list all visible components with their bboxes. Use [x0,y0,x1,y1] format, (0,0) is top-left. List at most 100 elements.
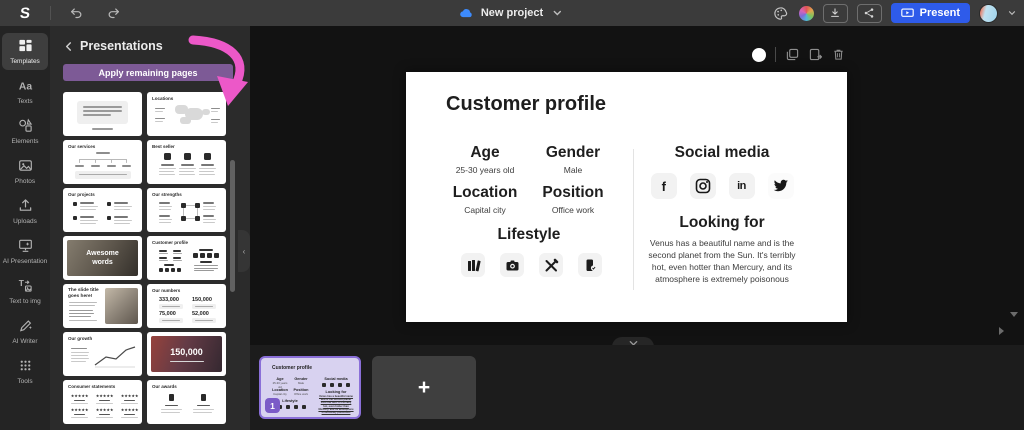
palette-icon [773,6,788,21]
template-thumbnail-projects[interactable]: Our projects [63,188,142,232]
books-icon[interactable] [461,253,485,277]
undo-button[interactable] [63,3,89,23]
divider [50,6,51,20]
star-rating: ★★★★★ [71,408,89,412]
template-thumbnail-strengths[interactable]: Our strengths [147,188,226,232]
templates-panel: Presentations Apply remaining pages Loca… [50,26,250,430]
thumbnail-title: The slide title goes here! [68,288,100,300]
skeleton [211,119,220,120]
skeleton [71,355,88,356]
theme-palette-button[interactable] [772,4,790,22]
star-rating: ★★★★★ [121,408,139,412]
new-page-button[interactable] [808,48,822,62]
app-logo[interactable]: S [0,5,50,22]
download-button[interactable] [823,4,848,23]
skeleton [195,216,200,221]
sidebar-item-templates[interactable]: Templates [2,33,48,70]
thumbnail-title: Locations [152,96,173,101]
skeleton [71,352,89,353]
slide-1-thumbnail[interactable]: Customer profile Age25-30 years old Gend… [259,356,361,419]
project-title-group[interactable]: New project [459,7,565,19]
template-thumbnail-seller[interactable]: Best seller [147,140,226,184]
scroll-down-arrow[interactable] [1010,312,1018,317]
template-thumbnail-quote[interactable] [63,92,142,136]
field-location[interactable]: Location Capital city [439,184,531,215]
skeleton [197,405,210,406]
sidebar-item-photos[interactable]: Photos [2,153,48,190]
background-color-swatch[interactable] [752,48,766,62]
skeleton [195,320,213,321]
left-rail: TemplatesAaTextsElementsPhotosUploadsAI … [0,26,50,430]
duplicate-slide-button[interactable] [785,48,799,62]
skeleton [124,414,135,415]
linkedin-icon[interactable]: in [729,173,755,199]
panel-header[interactable]: Presentations [50,26,250,53]
skeleton [75,171,131,179]
template-thumbnail-profile[interactable]: Customer profile [147,236,226,280]
field-gender[interactable]: Gender Male [527,144,619,175]
slide[interactable]: Customer profile Age 25-30 years old Gen… [406,72,847,322]
share-button[interactable] [857,4,882,23]
photos-icon [18,158,33,175]
panel-collapse-handle[interactable]: ‹ [238,230,250,272]
add-slide-button[interactable]: + [372,356,476,419]
sidebar-item-tools[interactable]: Tools [2,353,48,390]
color-wheel-icon[interactable] [799,6,814,21]
template-thumbnail-tree[interactable]: Our services [63,140,142,184]
present-button[interactable]: Present [891,3,970,23]
star-rating: ★★★★★ [71,394,89,398]
sidebar-item-text-to-img[interactable]: TText to img [2,273,48,310]
field-position[interactable]: Position Office work [527,184,619,215]
skeleton [201,394,206,401]
skeleton [80,202,94,204]
looking-for-text[interactable]: Venus has a beautiful name and is the se… [647,238,797,286]
instagram-icon[interactable] [690,173,716,199]
lifestyle-heading[interactable]: Lifestyle [439,226,619,244]
twitter-icon[interactable] [768,173,794,199]
skeleton [211,111,218,112]
skeleton [159,168,176,169]
facebook-icon[interactable]: f [651,173,677,199]
template-thumbnail-photo-number[interactable]: 150,000 [147,332,226,376]
template-thumbnail-awards[interactable]: Our awards [147,380,226,424]
skeleton [197,208,198,216]
sidebar-item-uploads[interactable]: Uploads [2,193,48,230]
skeleton [83,106,122,108]
user-avatar[interactable] [979,4,998,23]
social-media-heading[interactable]: Social media [647,144,797,162]
skeleton [80,209,96,210]
slide-title[interactable]: Customer profile [446,93,606,116]
template-thumbnail-photo-title[interactable]: The slide title goes here! [63,284,142,328]
account-chevron-icon[interactable] [1007,8,1017,18]
apply-remaining-pages-button[interactable]: Apply remaining pages [63,64,233,81]
sidebar-item-elements[interactable]: Elements [2,113,48,150]
looking-for-heading[interactable]: Looking for [647,214,797,232]
skeleton [73,216,77,220]
field-age[interactable]: Age 25-30 years old [439,144,531,175]
uploads-icon [18,198,33,215]
delete-slide-button[interactable] [831,48,845,62]
skeleton [159,250,167,252]
skeleton [80,223,96,224]
skeleton [162,320,180,321]
skeleton [159,222,171,223]
phone-icon[interactable] [578,253,602,277]
crossed-tools-icon[interactable] [539,253,563,277]
sidebar-item-ai-writer[interactable]: AI Writer [2,313,48,350]
template-thumbnail-numbers[interactable]: Our numbers333,000150,00075,00052,000 [147,284,226,328]
skeleton [96,152,110,154]
thumbnail-number: 52,000 [192,311,209,317]
thumbnail-title: Awesomewords [63,250,142,268]
template-thumbnail-photo-words[interactable]: Awesomewords [63,236,142,280]
template-thumbnail-map[interactable]: Locations [147,92,226,136]
divider [775,47,776,62]
redo-button[interactable] [101,3,127,23]
template-thumbnail-stars[interactable]: Consumer statements★★★★★★★★★★★★★★★★★★★★★… [63,380,142,424]
scroll-right-arrow[interactable] [999,327,1004,335]
sidebar-item-texts[interactable]: AaTexts [2,73,48,110]
sidebar-item-ai-presentation[interactable]: AI Presentation [2,233,48,270]
template-thumbnail-chart[interactable]: Our growth [63,332,142,376]
skeleton [199,174,215,175]
camera-icon[interactable] [500,253,524,277]
panel-scrollbar[interactable] [230,160,235,292]
